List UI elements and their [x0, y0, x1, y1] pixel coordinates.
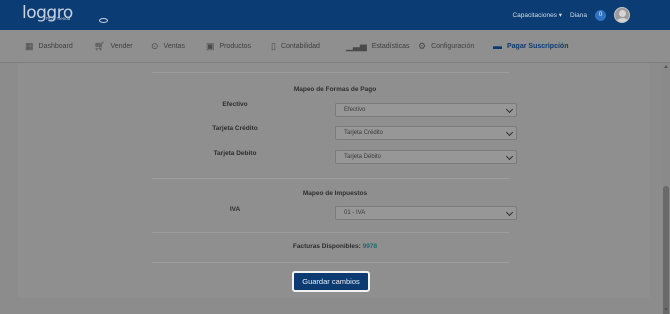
chevron-down-icon: [505, 152, 514, 161]
nav-label: Configuración: [431, 43, 475, 50]
gear-icon: ⚙: [418, 41, 427, 51]
bar-chart-icon: ▁▃▅: [346, 41, 367, 51]
nav-label: Pagar Suscripción: [507, 43, 569, 50]
label-efectivo: Efectivo: [222, 101, 248, 108]
nav-estadisticas[interactable]: ▁▃▅ Estadísticas: [346, 30, 410, 63]
chevron-down-icon: [505, 105, 514, 114]
book-icon: ▯: [271, 41, 276, 51]
nav-contabilidad[interactable]: ▯ Contabilidad: [271, 30, 320, 63]
select-value: Tarjeta Débito: [344, 154, 382, 160]
select-value: Tarjeta Crédito: [344, 130, 384, 136]
select-value: 01 - IVA: [344, 210, 366, 216]
divider: [152, 72, 509, 73]
nav-label: Contabilidad: [280, 43, 320, 50]
select-tarjeta-debito[interactable]: Tarjeta Débito: [335, 150, 517, 164]
invoices-count: 9978: [362, 243, 378, 250]
chevron-down-icon: [505, 208, 514, 217]
money-icon: ⊙: [151, 41, 159, 51]
user-name[interactable]: Diana: [570, 12, 587, 19]
notification-badge[interactable]: 0: [595, 9, 606, 21]
scrollbar[interactable]: [662, 63, 670, 314]
box-icon: ▣: [206, 41, 215, 51]
nav-configuracion[interactable]: ⚙ Configuración: [418, 30, 474, 63]
label-tarjeta-debito: Tarjeta Debito: [213, 150, 257, 157]
nav-label: Vender: [110, 43, 133, 50]
divider: [152, 232, 509, 233]
divider: [152, 178, 509, 179]
dashboard-icon: ▦: [25, 41, 34, 51]
label-iva: IVA: [229, 206, 241, 213]
avatar[interactable]: [614, 7, 630, 23]
select-iva[interactable]: 01 - IVA: [335, 206, 517, 220]
nav-ventas[interactable]: ⊙ Ventas: [151, 30, 185, 63]
scroll-up-icon[interactable]: [664, 65, 668, 68]
main-nav: ▦ Dashboard 🛒︎ Vender ⊙ Ventas ▣ Product…: [0, 30, 670, 63]
nav-vender[interactable]: 🛒︎ Vender: [94, 30, 133, 63]
nav-label: Ventas: [163, 43, 185, 50]
scroll-thumb[interactable]: [663, 186, 669, 314]
scroll-down-icon[interactable]: [664, 308, 668, 311]
payment-mapping-title: Mapeo de Formas de Pago: [293, 86, 377, 93]
select-efectivo[interactable]: Efectivo: [335, 103, 517, 117]
top-header: loggro POS Tienda Capacitaciones ▾ Diana…: [0, 0, 670, 30]
nav-label: Estadísticas: [371, 43, 410, 50]
logo-subtitle: POS Tienda: [46, 16, 71, 21]
nav-label: Dashboard: [38, 43, 73, 50]
divider: [152, 262, 509, 263]
available-invoices: Facturas Disponibles: 9978: [0, 243, 670, 250]
save-button[interactable]: Guardar cambios: [292, 271, 370, 292]
label-tarjeta-credito: Tarjeta Crédito: [212, 125, 258, 132]
chevron-down-icon: [505, 128, 514, 137]
capacitaciones-menu[interactable]: Capacitaciones ▾: [512, 11, 562, 19]
nav-pagar-suscripcion[interactable]: ▬ Pagar Suscripción: [493, 30, 568, 63]
cart-icon: 🛒︎: [94, 41, 106, 51]
logo[interactable]: loggro: [22, 4, 73, 26]
eye-icon[interactable]: [99, 18, 108, 23]
tax-mapping-title: Mapeo de Impuestos: [302, 190, 368, 197]
nav-label: Productos: [219, 43, 252, 50]
select-tarjeta-credito[interactable]: Tarjeta Crédito: [335, 126, 517, 140]
credit-card-icon: ▬: [493, 41, 502, 51]
nav-productos[interactable]: ▣ Productos: [206, 30, 251, 63]
invoices-label: Facturas Disponibles:: [292, 243, 361, 250]
nav-dashboard[interactable]: ▦ Dashboard: [25, 30, 73, 63]
select-value: Efectivo: [344, 107, 366, 113]
